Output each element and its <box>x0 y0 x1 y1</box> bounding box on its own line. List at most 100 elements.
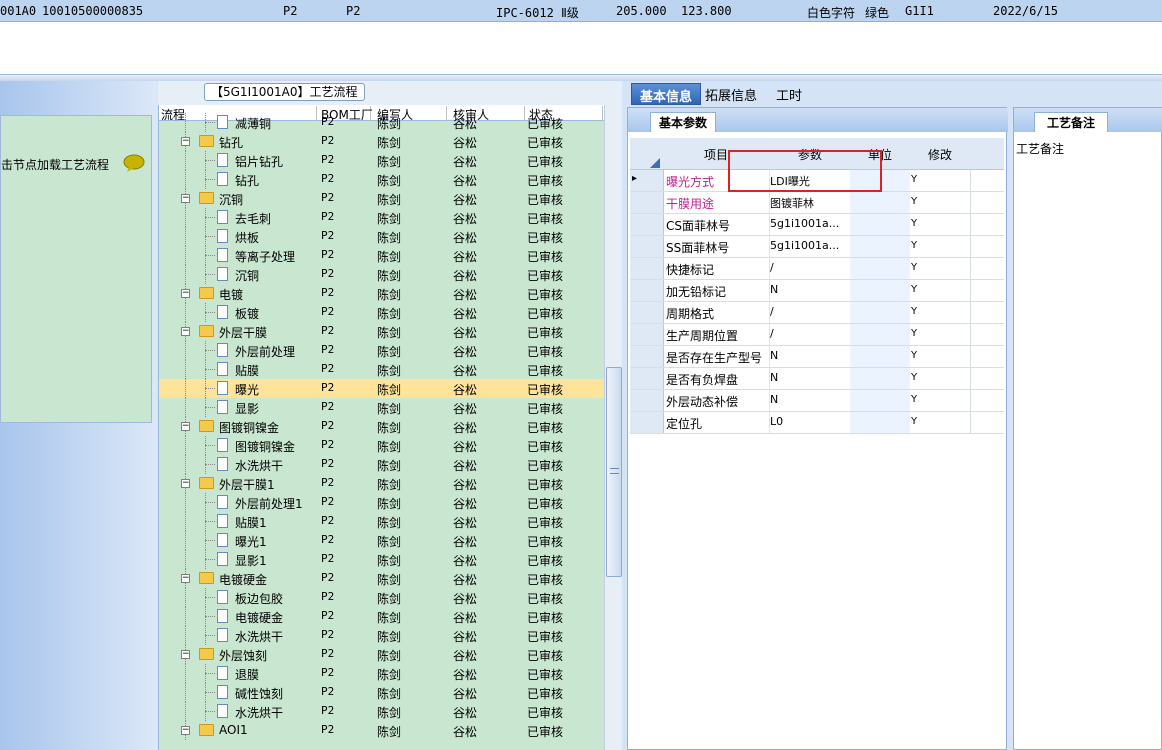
order-info-row[interactable]: 001A0 10010500000835 P2 P2 IPC-6012 Ⅱ级 2… <box>0 0 1162 22</box>
table-row[interactable]: 水洗烘干 P2 陈剑 谷松 已审核 <box>159 455 606 474</box>
table-row[interactable]: 外层前处理 P2 陈剑 谷松 已审核 <box>159 341 606 360</box>
unit-cell[interactable] <box>850 236 910 257</box>
tree-line <box>205 616 215 617</box>
unit-cell[interactable] <box>850 258 910 279</box>
table-row[interactable]: 水洗烘干 P2 陈剑 谷松 已审核 <box>159 626 606 645</box>
collapse-toggle-icon[interactable]: − <box>181 479 190 488</box>
unit-cell[interactable] <box>850 324 910 345</box>
left-splitter-grip[interactable] <box>153 411 157 471</box>
detail-tabs: 基本信息 拓展信息 工时 <box>627 83 1162 107</box>
unit-cell[interactable] <box>850 412 910 433</box>
document-icon <box>217 115 228 129</box>
tab-work-hours[interactable]: 工时 <box>768 83 810 105</box>
table-row[interactable]: 碱性蚀刻 P2 陈剑 谷松 已审核 <box>159 683 606 702</box>
table-row[interactable]: 显影1 P2 陈剑 谷松 已审核 <box>159 550 606 569</box>
row-indicator: ▸ <box>630 170 664 191</box>
table-row[interactable]: − 电镀 P2 陈剑 谷松 已审核 <box>159 284 606 303</box>
tree-line <box>205 692 215 693</box>
param-row[interactable]: CS面菲林号 5g1i1001a... Y <box>630 214 1004 236</box>
folder-icon <box>199 572 214 584</box>
flow-name-cell: 外层干膜1 <box>219 478 275 492</box>
table-row[interactable]: 钻孔 P2 陈剑 谷松 已审核 <box>159 170 606 189</box>
table-row[interactable]: 电镀硬金 P2 陈剑 谷松 已审核 <box>159 607 606 626</box>
table-row[interactable]: 铝片钻孔 P2 陈剑 谷松 已审核 <box>159 151 606 170</box>
document-icon <box>217 704 228 718</box>
unit-cell[interactable] <box>850 390 910 411</box>
table-row[interactable]: − 电镀硬金 P2 陈剑 谷松 已审核 <box>159 569 606 588</box>
flow-name-cell: 沉铜 <box>235 269 260 283</box>
unit-cell[interactable] <box>850 346 910 367</box>
middle-splitter-grip[interactable] <box>620 381 626 441</box>
horizontal-splitter[interactable] <box>0 74 1162 81</box>
collapse-toggle-icon[interactable]: − <box>181 726 190 735</box>
param-row[interactable]: 加无铅标记 N Y <box>630 280 1004 302</box>
collapse-toggle-icon[interactable]: − <box>181 422 190 431</box>
table-row-selected[interactable]: 曝光 P2 陈剑 谷松 已审核 <box>159 379 606 398</box>
table-row[interactable]: 去毛刺 P2 陈剑 谷松 已审核 <box>159 208 606 227</box>
table-row[interactable]: − 外层干膜1 P2 陈剑 谷松 已审核 <box>159 474 606 493</box>
collapse-toggle-icon[interactable]: − <box>181 194 190 203</box>
document-icon <box>217 267 228 281</box>
table-row[interactable]: 等离子处理 P2 陈剑 谷松 已审核 <box>159 246 606 265</box>
param-modify-cell: Y <box>911 350 918 361</box>
tree-line <box>185 664 186 683</box>
param-row[interactable]: SS面菲林号 5g1i1001a... Y <box>630 236 1004 258</box>
table-row[interactable]: 图镀铜镍金 P2 陈剑 谷松 已审核 <box>159 436 606 455</box>
unit-cell[interactable] <box>850 192 910 213</box>
collapse-toggle-icon[interactable]: − <box>181 650 190 659</box>
table-row[interactable]: 烘板 P2 陈剑 谷松 已审核 <box>159 227 606 246</box>
collapse-toggle-icon[interactable]: − <box>181 137 190 146</box>
unit-cell[interactable] <box>850 214 910 235</box>
param-row[interactable]: 外层动态补偿 N Y <box>630 390 1004 412</box>
tab-process-note[interactable]: 工艺备注 <box>1034 112 1109 132</box>
param-row[interactable]: 快捷标记 / Y <box>630 258 1004 280</box>
tab-extended-info[interactable]: 拓展信息 <box>697 83 765 105</box>
table-row[interactable]: 曝光1 P2 陈剑 谷松 已审核 <box>159 531 606 550</box>
table-row[interactable]: − 外层干膜 P2 陈剑 谷松 已审核 <box>159 322 606 341</box>
table-row[interactable]: 显影 P2 陈剑 谷松 已审核 <box>159 398 606 417</box>
unit-cell[interactable] <box>850 302 910 323</box>
table-row[interactable]: − AOI1 P2 陈剑 谷松 已审核 <box>159 721 606 740</box>
writer-cell: 陈剑 <box>377 212 402 226</box>
status-cell: 已审核 <box>527 592 564 606</box>
param-row[interactable]: 定位孔 L0 Y <box>630 412 1004 434</box>
table-row[interactable]: − 沉铜 P2 陈剑 谷松 已审核 <box>159 189 606 208</box>
folder-icon <box>199 724 214 736</box>
param-row[interactable]: 干膜用途 图镀菲林 Y <box>630 192 1004 214</box>
unit-cell[interactable] <box>850 280 910 301</box>
left-node-panel[interactable]: 击节点加载工艺流程 <box>0 115 152 423</box>
col-item[interactable]: 项目 <box>704 146 728 163</box>
param-row[interactable]: 周期格式 / Y <box>630 302 1004 324</box>
unit-cell[interactable] <box>850 368 910 389</box>
table-row[interactable]: 贴膜 P2 陈剑 谷松 已审核 <box>159 360 606 379</box>
collapse-toggle-icon[interactable]: − <box>181 574 190 583</box>
tab-basic-params[interactable]: 基本参数 <box>650 112 717 132</box>
collapse-toggle-icon[interactable]: − <box>181 289 190 298</box>
table-row[interactable]: 水洗烘干 P2 陈剑 谷松 已审核 <box>159 702 606 721</box>
status-cell: 已审核 <box>527 231 564 245</box>
param-modify-cell: Y <box>911 174 918 185</box>
table-row[interactable]: 减薄铜 P2 陈剑 谷松 已审核 <box>159 113 606 132</box>
col-modify[interactable]: 修改 <box>928 146 952 163</box>
tab-basic-info[interactable]: 基本信息 <box>631 83 702 105</box>
table-row[interactable]: − 外层蚀刻 P2 陈剑 谷松 已审核 <box>159 645 606 664</box>
table-row[interactable]: − 钻孔 P2 陈剑 谷松 已审核 <box>159 132 606 151</box>
table-row[interactable]: 沉铜 P2 陈剑 谷松 已审核 <box>159 265 606 284</box>
table-row[interactable]: 退膜 P2 陈剑 谷松 已审核 <box>159 664 606 683</box>
table-row[interactable]: 板边包胶 P2 陈剑 谷松 已审核 <box>159 588 606 607</box>
bom-cell: P2 <box>321 115 335 128</box>
table-row[interactable]: 贴膜1 P2 陈剑 谷松 已审核 <box>159 512 606 531</box>
table-row[interactable]: − 图镀铜镍金 P2 陈剑 谷松 已审核 <box>159 417 606 436</box>
collapse-toggle-icon[interactable]: − <box>181 327 190 336</box>
tree-line <box>205 464 215 465</box>
param-row[interactable]: 生产周期位置 / Y <box>630 324 1004 346</box>
table-row[interactable]: 外层前处理1 P2 陈剑 谷松 已审核 <box>159 493 606 512</box>
status-cell: 已审核 <box>527 440 564 454</box>
process-flow-grid[interactable]: 流程 BOM工厂 编写人 核审人 状态 减薄铜 P2 陈剑 谷松 已审核 − 钻孔 P2 陈剑谷… <box>158 105 606 750</box>
speech-bubble-icon[interactable] <box>123 154 145 172</box>
param-value-cell: N <box>770 371 779 384</box>
param-row[interactable]: 是否有负焊盘 N Y <box>630 368 1004 390</box>
table-row[interactable]: 板镀 P2 陈剑 谷松 已审核 <box>159 303 606 322</box>
param-row[interactable]: 是否存在生产型号 N Y <box>630 346 1004 368</box>
bom-cell: P2 <box>321 305 335 318</box>
